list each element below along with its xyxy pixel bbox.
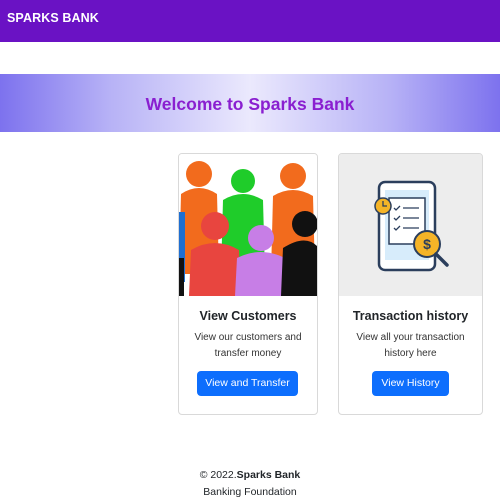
card-title: View Customers [199,309,297,323]
card-text: View all your transaction history here [356,332,465,359]
hero-title: Welcome to Sparks Bank [145,94,355,114]
navbar: SPARKS BANK [0,0,500,42]
copyright-prefix: © 2022. [199,469,237,481]
view-history-button[interactable]: View History [372,371,449,396]
transaction-illustration: $ [339,154,482,296]
svg-text:$: $ [423,236,431,252]
card-text: View our customers and transfer money [194,332,302,359]
hero-banner: Welcome to Sparks Bank [0,74,500,132]
customers-card: View Customers View our customers and tr… [178,153,318,415]
transactions-card: $ Transaction history View all your tran… [338,153,483,415]
copyright-name: Sparks Bank [236,469,301,481]
footer-copyright: © 2022.Sparks Bank [0,469,500,481]
view-and-transfer-button[interactable]: View and Transfer [197,371,298,396]
brand-link[interactable]: SPARKS BANK [7,11,99,25]
footer-tagline: Banking Foundation [203,486,297,498]
people-illustration [179,154,317,296]
card-title: Transaction history [352,309,469,323]
